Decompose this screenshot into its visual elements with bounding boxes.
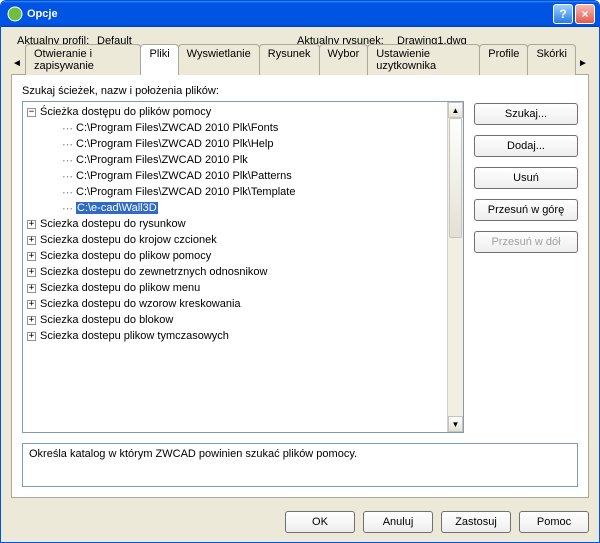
- tree-node-label: Sciezka dostepu do rysunkow: [40, 218, 186, 230]
- tab-strip: ◄ Otwieranie i zapisywaniePlikiWyswietla…: [11, 53, 589, 75]
- tree-node[interactable]: + Sciezka dostepu do zewnetrznych odnosni…: [25, 264, 445, 280]
- search-button[interactable]: Szukaj...: [474, 103, 578, 125]
- expand-icon[interactable]: +: [27, 284, 36, 293]
- help-window-button[interactable]: ?: [553, 4, 573, 24]
- tab-ustawienie-uzytkownika[interactable]: Ustawienie uzytkownika: [367, 44, 480, 75]
- expand-icon[interactable]: +: [27, 332, 36, 341]
- side-buttons: Szukaj... Dodaj... Usuń Przesuń w górę P…: [474, 101, 578, 433]
- tree-child-path[interactable]: ⋯ C:\Program Files\ZWCAD 2010 Plk\Help: [25, 136, 445, 152]
- tree-child-label: C:\Program Files\ZWCAD 2010 Plk\Patterns: [76, 170, 292, 182]
- tree-node[interactable]: + Sciezka dostepu do blokow: [25, 312, 445, 328]
- tree-node-label: Sciezka dostepu do plikow pomocy: [40, 250, 211, 262]
- help-button[interactable]: Pomoc: [519, 511, 589, 533]
- tree-connector-icon: ⋯: [62, 138, 72, 151]
- expand-icon[interactable]: +: [27, 268, 36, 277]
- tree-child-label: C:\Program Files\ZWCAD 2010 Plk\Fonts: [76, 122, 278, 134]
- tree-child-path[interactable]: ⋯ C:\Program Files\ZWCAD 2010 Plk: [25, 152, 445, 168]
- tree-node[interactable]: + Sciezka dostepu plikow tymczasowych: [25, 328, 445, 344]
- tab-skórki[interactable]: Skórki: [527, 44, 576, 75]
- tabs-scroll-left[interactable]: ◄: [11, 55, 23, 71]
- tree-connector-icon: ⋯: [62, 122, 72, 135]
- cancel-button[interactable]: Anuluj: [363, 511, 433, 533]
- tab-otwieranie-i-zapisywanie[interactable]: Otwieranie i zapisywanie: [25, 44, 141, 75]
- expand-icon[interactable]: +: [27, 316, 36, 325]
- tree-child-label: C:\Program Files\ZWCAD 2010 Plk: [76, 154, 248, 166]
- scroll-track[interactable]: [448, 118, 463, 416]
- tree-node[interactable]: + Sciezka dostepu do rysunkow: [25, 216, 445, 232]
- tab-profile[interactable]: Profile: [479, 44, 528, 75]
- path-tree-container: −Ścieżka dostępu do plików pomocy ⋯ C:\Pro…: [22, 101, 464, 433]
- tree-child-path[interactable]: ⋯ C:\e-cad\Wall3D: [25, 200, 445, 216]
- tree-connector-icon: ⋯: [62, 154, 72, 167]
- scroll-thumb[interactable]: [449, 118, 462, 238]
- tab-wybor[interactable]: Wybor: [319, 44, 369, 75]
- ok-button[interactable]: OK: [285, 511, 355, 533]
- apply-button[interactable]: Zastosuj: [441, 511, 511, 533]
- tree-node[interactable]: + Sciezka dostepu do plikow menu: [25, 280, 445, 296]
- tab-rysunek[interactable]: Rysunek: [259, 44, 320, 75]
- move-up-button[interactable]: Przesuń w górę: [474, 199, 578, 221]
- expand-icon[interactable]: +: [27, 252, 36, 261]
- tree-child-label: C:\e-cad\Wall3D: [76, 202, 158, 214]
- add-button[interactable]: Dodaj...: [474, 135, 578, 157]
- tree-connector-icon: ⋯: [62, 202, 72, 215]
- title-bar: Opcje ? ×: [1, 1, 599, 27]
- tree-node-label: Sciezka dostepu do zewnetrznych odnosnik…: [40, 266, 267, 278]
- tree-node-label: Sciezka dostepu do blokow: [40, 314, 173, 326]
- options-dialog: Opcje ? × Aktualny profil: Default Aktua…: [0, 0, 600, 543]
- tree-child-path[interactable]: ⋯ C:\Program Files\ZWCAD 2010 Plk\Fonts: [25, 120, 445, 136]
- panel-instruction: Szukaj ścieżek, nazw i położenia plików:: [22, 85, 578, 97]
- hint-panel: Określa katalog w którym ZWCAD powinien …: [22, 443, 578, 487]
- expand-icon[interactable]: +: [27, 300, 36, 309]
- dialog-footer: OK Anuluj Zastosuj Pomoc: [1, 502, 599, 542]
- tabs-scroll-right[interactable]: ►: [577, 55, 589, 71]
- tree-node-label: Sciezka dostepu plikow tymczasowych: [40, 330, 229, 342]
- tree-node[interactable]: + Sciezka dostepu do plikow pomocy: [25, 248, 445, 264]
- scroll-down-button[interactable]: ▼: [448, 416, 463, 432]
- tab-wyswietlanie[interactable]: Wyswietlanie: [178, 44, 260, 75]
- expand-icon[interactable]: +: [27, 220, 36, 229]
- tab-panel-files: Szukaj ścieżek, nazw i położenia plików:…: [11, 75, 589, 498]
- tree-child-label: C:\Program Files\ZWCAD 2010 Plk\Template: [76, 186, 295, 198]
- tree-child-path[interactable]: ⋯ C:\Program Files\ZWCAD 2010 Plk\Templat…: [25, 184, 445, 200]
- tree-node-label: Sciezka dostepu do krojow czcionek: [40, 234, 217, 246]
- tree-node[interactable]: + Sciezka dostepu do wzorow kreskowania: [25, 296, 445, 312]
- expand-icon[interactable]: +: [27, 236, 36, 245]
- tree-connector-icon: ⋯: [62, 186, 72, 199]
- tree-node-label: Ścieżka dostępu do plików pomocy: [40, 106, 211, 118]
- scrollbar[interactable]: ▲ ▼: [447, 102, 463, 432]
- tree-node-label: Sciezka dostepu do plikow menu: [40, 282, 200, 294]
- remove-button[interactable]: Usuń: [474, 167, 578, 189]
- app-icon: [7, 6, 23, 22]
- tree-node[interactable]: + Sciezka dostepu do krojow czcionek: [25, 232, 445, 248]
- hint-text: Określa katalog w którym ZWCAD powinien …: [29, 448, 357, 460]
- tree-child-label: C:\Program Files\ZWCAD 2010 Plk\Help: [76, 138, 273, 150]
- window-title: Opcje: [27, 8, 551, 20]
- tab-pliki[interactable]: Pliki: [140, 44, 178, 75]
- move-down-button[interactable]: Przesuń w dół: [474, 231, 578, 253]
- tree-node[interactable]: −Ścieżka dostępu do plików pomocy: [25, 104, 445, 120]
- scroll-up-button[interactable]: ▲: [448, 102, 463, 118]
- path-tree[interactable]: −Ścieżka dostępu do plików pomocy ⋯ C:\Pro…: [23, 102, 447, 432]
- tree-child-path[interactable]: ⋯ C:\Program Files\ZWCAD 2010 Plk\Pattern…: [25, 168, 445, 184]
- collapse-icon[interactable]: −: [27, 108, 36, 117]
- close-window-button[interactable]: ×: [575, 4, 595, 24]
- tree-node-label: Sciezka dostepu do wzorow kreskowania: [40, 298, 241, 310]
- tree-connector-icon: ⋯: [62, 170, 72, 183]
